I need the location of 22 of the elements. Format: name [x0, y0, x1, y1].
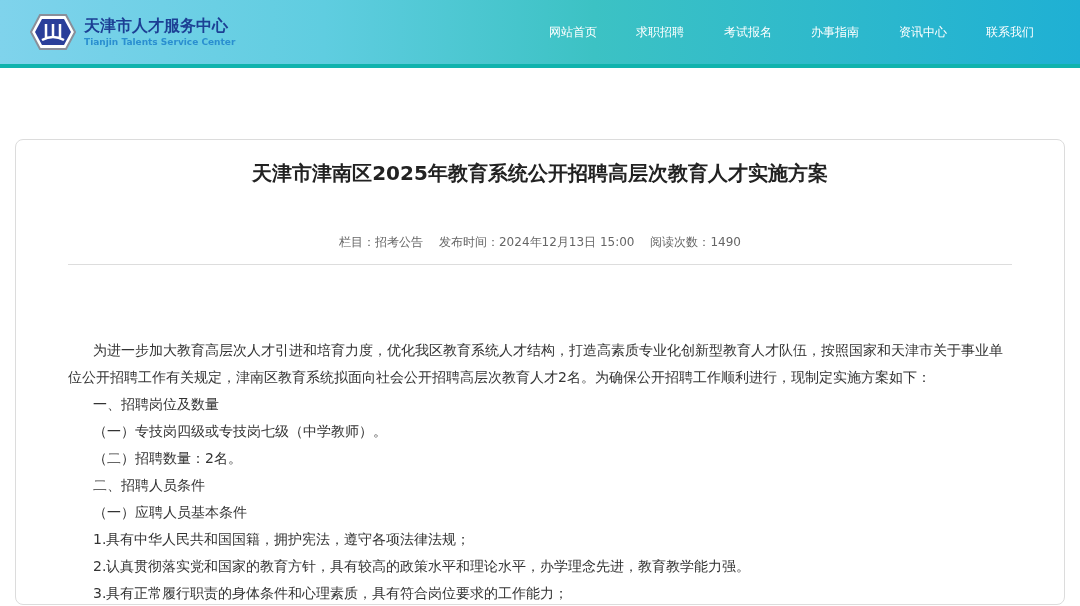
paragraph: 1.具有中华人民共和国国籍，拥护宪法，遵守各项法律法规；: [92, 530, 472, 549]
paragraph: （一）专技岗四级或专技岗七级（中学教师）。: [92, 422, 388, 441]
paragraph: （二）招聘数量：2名。: [92, 449, 243, 468]
nav-link[interactable]: 考试报名: [704, 23, 792, 41]
logo-icon: [30, 14, 76, 50]
paragraph: 为进一步加大教育高层次人才引进和培育力度，优化我区教育系统人才结构，打造高素质专业化创新型教育人才队伍，按照国家和天津市关于事业单位公开招聘工作有关规定，津南区教育系统拟面向社会公开招聘高层次教育人才2名。为确保公开招聘工作顺利进行，现制定实施方案如下：: [68, 341, 1004, 387]
nav-link[interactable]: 网站首页: [529, 23, 617, 41]
paragraph: 2.认真贯彻落实党和国家的教育方针，具有较高的政策水平和理论水平，办学理念先进，教育教学能力强。: [92, 557, 752, 576]
nav-link[interactable]: 办事指南: [791, 23, 879, 41]
nav-link[interactable]: 求职招聘: [616, 23, 704, 41]
paragraph: （一）应聘人员基本条件: [92, 503, 248, 522]
paragraph: 3.具有正常履行职责的身体条件和心理素质，具有符合岗位要求的工作能力；: [92, 584, 570, 603]
nav-link[interactable]: 联系我们: [966, 23, 1054, 41]
logo-title: 天津市人才服务中心: [84, 16, 229, 36]
meta-text: 发布时间：2024年12月13日 15:00: [439, 234, 635, 251]
nav-link[interactable]: 资讯中心: [879, 23, 967, 41]
article-title: 天津市津南区2025年教育系统公开招聘高层次教育人才实施方案: [251, 160, 829, 187]
paragraph: 二、招聘人员条件: [92, 476, 206, 495]
logo-subtitle: Tianjin Talents Service Center: [84, 36, 236, 48]
paragraph: 一、招聘岗位及数量: [92, 395, 220, 414]
meta-text: 阅读次数：1490: [650, 234, 741, 251]
meta-text: 栏目：招考公告: [339, 234, 423, 251]
